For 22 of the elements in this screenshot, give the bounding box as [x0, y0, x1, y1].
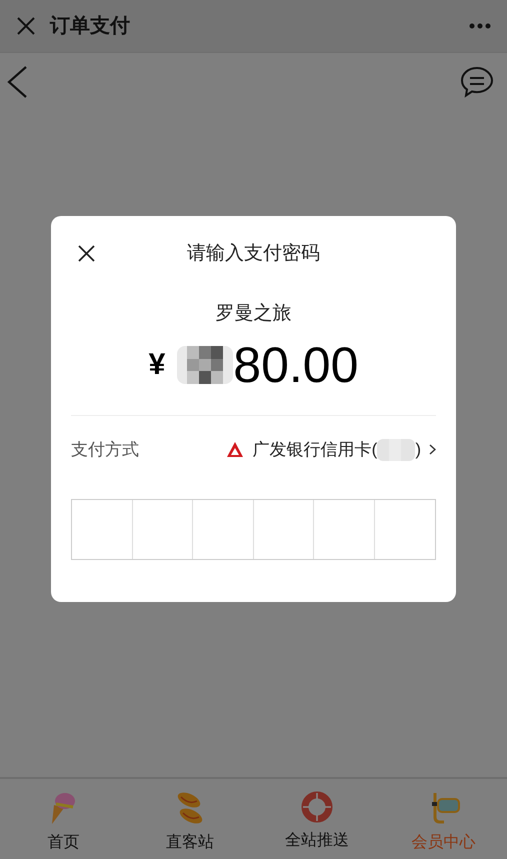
close-icon[interactable]	[78, 245, 95, 262]
currency-symbol: ¥	[148, 347, 166, 383]
chat-bubble-icon[interactable]	[460, 66, 494, 98]
more-icon[interactable]	[469, 23, 491, 29]
lifebuoy-icon[interactable]	[300, 791, 333, 823]
back-icon[interactable]	[6, 64, 28, 98]
payment-method-row[interactable]: 支付方式 广发银行信用卡( )	[71, 416, 436, 484]
chevron-right-icon	[429, 444, 436, 455]
payment-method-name: )	[415, 438, 421, 461]
tab-label[interactable]: 首页	[47, 831, 80, 855]
tab-label[interactable]: 直客站	[166, 831, 214, 855]
payment-method-name: 广发银行信用卡(	[252, 438, 378, 461]
redaction-mosaic	[377, 438, 416, 460]
password-field[interactable]	[71, 498, 436, 560]
merchant-name: 罗曼之旅	[216, 302, 292, 326]
payment-amount: 80.00	[233, 340, 358, 390]
tab-label[interactable]: 全站推送	[284, 829, 349, 853]
window-title: 订单支付	[50, 14, 130, 39]
redaction-mosaic	[177, 346, 234, 384]
bank-logo-icon	[224, 440, 245, 460]
dialog-title: 请输入支付密码	[187, 242, 320, 266]
payment-method-label: 支付方式	[71, 438, 139, 461]
